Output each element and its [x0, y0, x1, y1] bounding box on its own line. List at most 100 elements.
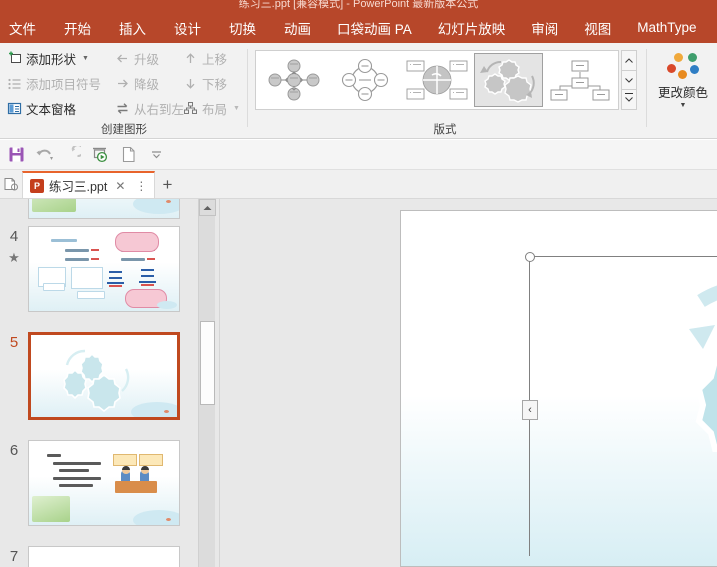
group-separator	[646, 49, 647, 127]
demote-row: 降级	[112, 72, 162, 94]
thumbnail-preview[interactable]	[28, 546, 180, 567]
text-pane-row: 文本窗格	[4, 97, 79, 119]
ribbon-tab-insert[interactable]: 插入	[119, 13, 146, 43]
document-tab[interactable]: P 练习三.ppt ✕ ⋮	[22, 171, 156, 198]
arrow-right-icon	[115, 76, 130, 91]
thumbnail-preview[interactable]	[28, 199, 180, 219]
layout-gear-selected[interactable]	[473, 53, 544, 107]
smartart-selection-frame[interactable]: ‹	[522, 252, 717, 556]
thumbnail-preview[interactable]	[28, 440, 180, 526]
ribbon-tab-view[interactable]: 视图	[584, 13, 611, 43]
demote-label: 降级	[134, 77, 160, 92]
layout-icon	[183, 101, 198, 116]
add-shape-button[interactable]: 添加形状 ▼	[4, 48, 92, 69]
ribbon-body: 添加形状 ▼ 添加项目符号 文本窗格 升级 降级 从右到左 上移 下移 布局 ▼…	[0, 43, 717, 139]
ribbon-tab-mathtype[interactable]: MathType	[637, 15, 696, 40]
gallery-scroll-down-button[interactable]	[622, 71, 636, 91]
thumbnail-number: 5	[9, 334, 19, 351]
layout-gallery-spinners	[621, 50, 637, 110]
chevron-down-icon[interactable]: ▾	[50, 155, 53, 162]
arrow-down-icon	[183, 76, 198, 91]
gallery-scroll-up-button[interactable]	[622, 51, 636, 71]
ribbon-tab-pocket-animation[interactable]: 口袋动画 PA	[337, 13, 412, 43]
chevron-down-icon[interactable]: ▼	[82, 55, 89, 62]
tab-menu-icon[interactable]: ⋮	[133, 179, 149, 193]
thumbnail-number: 6	[9, 442, 19, 459]
layout-hierarchy[interactable]	[545, 53, 615, 107]
ribbon-tab-home[interactable]: 开始	[64, 13, 91, 43]
thumbnail-item-4[interactable]: 4 ★	[0, 226, 196, 312]
change-colors-button[interactable]: 更改颜色 ▼	[654, 49, 712, 119]
scroll-up-button[interactable]	[199, 199, 216, 216]
resize-handle-top-left[interactable]	[525, 252, 535, 262]
create-graphic-group-label: 创建图形	[101, 124, 147, 136]
title-bar: 练习三.ppt [兼容模式] - PowerPoint 最新版本公式	[0, 0, 717, 12]
customize-qat-button[interactable]	[143, 143, 169, 167]
animation-star-icon: ★	[8, 250, 20, 265]
thumbnail-item-3[interactable]: 3	[0, 199, 196, 219]
right-to-left-label: 从右到左	[134, 102, 185, 117]
add-bullet-row: 添加项目符号	[4, 72, 104, 94]
scrollbar-thumb[interactable]	[200, 321, 215, 405]
thumbnail-preview[interactable]	[28, 226, 180, 312]
title-bar-text: 练习三.ppt [兼容模式] - PowerPoint 最新版本公式	[238, 0, 479, 10]
new-document-button[interactable]	[115, 143, 141, 167]
add-shape-row: 添加形状 ▼	[4, 47, 92, 69]
ribbon-tab-review[interactable]: 审阅	[531, 13, 558, 43]
thumbnail-item-6[interactable]: 6	[0, 440, 196, 526]
ribbon-tab-slideshow[interactable]: 幻灯片放映	[438, 13, 506, 43]
layout-radial-cycle[interactable]	[259, 53, 329, 107]
text-pane-label: 文本窗格	[26, 102, 77, 117]
text-pane-toggle-button[interactable]: ‹	[522, 400, 538, 420]
right-to-left-row: 从右到左	[112, 97, 187, 119]
document-tab-title: 练习三.ppt	[49, 180, 108, 194]
add-shape-label: 添加形状	[26, 52, 77, 67]
save-button[interactable]	[3, 143, 29, 167]
promote-button[interactable]: 升级	[112, 48, 162, 69]
add-bullet-icon	[7, 76, 22, 91]
gallery-more-button[interactable]	[622, 90, 636, 109]
ribbon-tab-file[interactable]: 文件	[9, 13, 36, 43]
ribbon-tab-bar: 文件 开始 插入 设计 切换 动画 口袋动画 PA 幻灯片放映 审阅 视图 Ma…	[0, 12, 717, 43]
document-tab-strip: P 练习三.ppt ✕ ⋮ +	[0, 170, 717, 199]
ribbon-tab-animations[interactable]: 动画	[284, 13, 311, 43]
add-shape-icon	[7, 51, 22, 66]
group-separator	[247, 49, 248, 127]
thumbnail-item-7[interactable]: 7	[0, 546, 196, 567]
new-tab-button[interactable]: +	[155, 171, 179, 198]
layout-basic-cycle[interactable]	[331, 53, 401, 107]
add-bullet-label: 添加项目符号	[26, 77, 102, 92]
move-down-button[interactable]: 下移	[180, 73, 230, 94]
right-to-left-button[interactable]: 从右到左	[112, 98, 187, 119]
move-down-row: 下移	[180, 72, 230, 94]
move-up-button[interactable]: 上移	[180, 48, 230, 69]
arrow-left-icon	[115, 51, 130, 66]
quick-access-toolbar: ▾	[0, 140, 717, 170]
redo-button[interactable]	[59, 143, 85, 167]
thumbnail-scrollbar[interactable]	[198, 199, 216, 567]
text-pane-button[interactable]: 文本窗格	[4, 98, 79, 119]
thumbnail-number: 3	[0, 199, 28, 219]
ribbon-tab-design[interactable]: 设计	[174, 13, 201, 43]
documents-icon[interactable]	[0, 169, 22, 198]
powerpoint-icon: P	[30, 178, 44, 193]
thumbnail-preview-selected[interactable]	[28, 332, 180, 420]
start-slideshow-button[interactable]	[87, 143, 113, 167]
add-bullet-button[interactable]: 添加项目符号	[4, 73, 104, 94]
layout-segmented-cycle[interactable]	[402, 53, 472, 107]
ribbon-tab-transitions[interactable]: 切换	[229, 13, 256, 43]
layout-button[interactable]: 布局 ▼	[180, 98, 243, 119]
thumbnail-number: 4 ★	[0, 226, 28, 312]
thumbnail-item-5[interactable]: 5	[0, 332, 196, 420]
demote-button[interactable]: 降级	[112, 73, 162, 94]
ribbon-group-create-graphic: 添加形状 ▼ 添加项目符号 文本窗格 升级 降级 从右到左 上移 下移 布局 ▼…	[0, 43, 248, 139]
layout-row: 布局 ▼	[180, 97, 243, 119]
chevron-down-icon[interactable]: ▼	[233, 105, 240, 112]
close-icon[interactable]: ✕	[112, 179, 128, 193]
undo-button[interactable]: ▾	[31, 143, 57, 167]
main-work-area: 3 4 ★	[0, 199, 717, 567]
slide-canvas[interactable]: [文 ‹ Bai du 经验 jingyan.baidu.com	[400, 210, 717, 567]
right-to-left-icon	[115, 101, 130, 116]
thumbnail-number-label: 4	[9, 228, 19, 245]
chevron-down-icon[interactable]: ▼	[680, 102, 687, 110]
